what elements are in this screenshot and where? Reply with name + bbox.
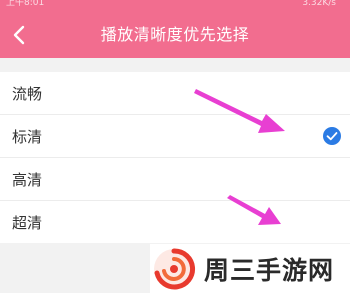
watermark-text: 周三手游网 <box>204 255 335 285</box>
status-bar: 上午8:01 3.32K/s <box>0 0 350 12</box>
option-smooth[interactable]: 流畅 <box>0 72 350 115</box>
option-label: 超清 <box>12 213 43 232</box>
network-speed: 3.32K/s <box>302 0 336 8</box>
option-super[interactable]: 超清 <box>0 201 350 243</box>
page-title: 播放清晰度优先选择 <box>100 25 250 44</box>
status-time: 上午8:01 <box>6 0 45 8</box>
watermark: 周三手游网 <box>150 244 350 293</box>
option-standard[interactable]: 标清 <box>0 115 350 158</box>
swirl-logo-icon <box>154 247 195 289</box>
option-label: 标清 <box>12 127 43 146</box>
title-bar: 播放清晰度优先选择 <box>0 12 350 58</box>
quality-option-list: 流畅 标清 高清 超清 <box>0 72 350 243</box>
option-high[interactable]: 高清 <box>0 158 350 201</box>
check-circle-icon <box>323 127 341 145</box>
option-label: 高清 <box>12 170 43 189</box>
option-label: 流畅 <box>12 84 43 103</box>
